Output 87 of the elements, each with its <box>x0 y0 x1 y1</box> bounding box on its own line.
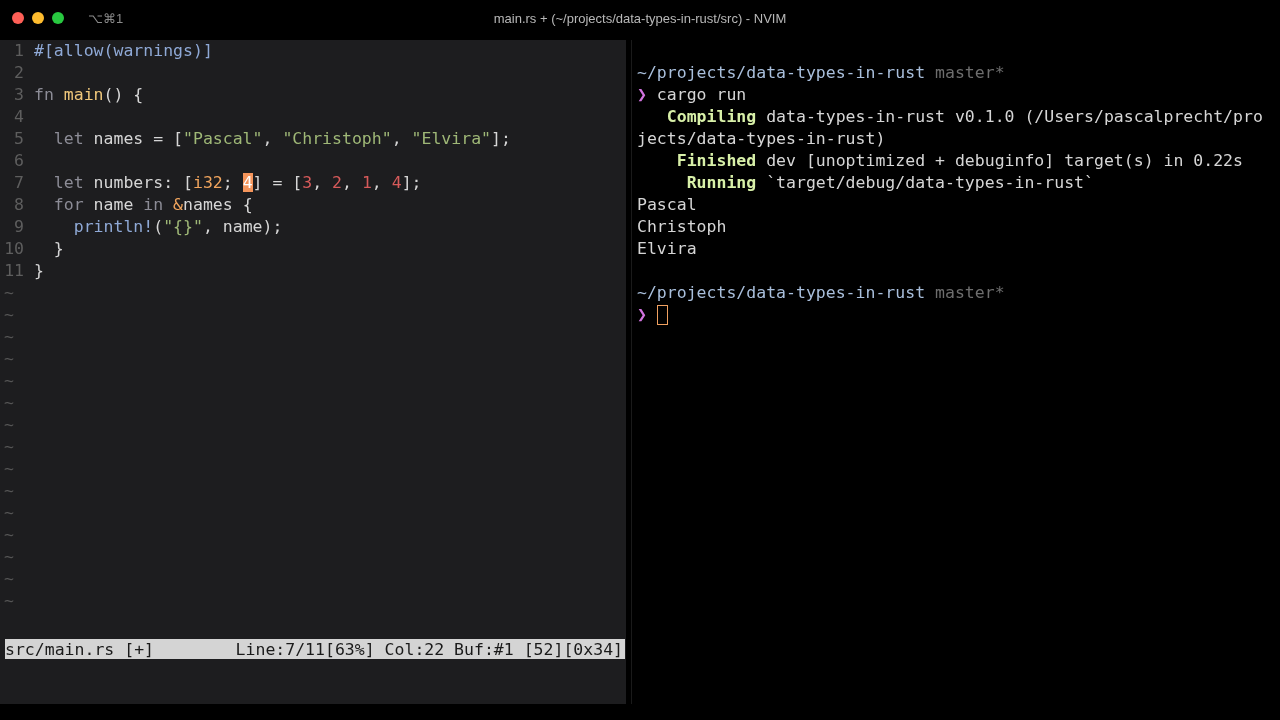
git-branch: master* <box>934 62 1005 84</box>
terminal-text: jects/data-types-in-rust) <box>637 128 886 150</box>
code-text: , <box>391 129 403 148</box>
directory-path: ~/projects/data-types-in-rust <box>637 282 926 304</box>
code-text: } <box>34 261 44 280</box>
terminal-text: Christoph <box>637 216 727 238</box>
empty-line-marker: ~ <box>3 304 14 326</box>
code-text: #[allow(warnings)] <box>34 41 213 60</box>
terminal-text: Elvira <box>637 238 697 260</box>
empty-line-marker: ~ <box>3 414 14 436</box>
code-text: ]; <box>401 173 422 192</box>
line-number: 4 <box>13 106 24 128</box>
code-text: ] = [ <box>252 173 303 192</box>
terminal-text: dev [unoptimized + debuginfo] target(s) in 0.22s <box>765 150 1243 172</box>
code-text: , name); <box>202 217 283 236</box>
code-text: ; <box>222 173 234 192</box>
code-text: , <box>312 173 324 192</box>
code-text: , <box>262 129 274 148</box>
empty-line-marker: ~ <box>3 502 14 524</box>
cursor-position: Line:7/11[63%] Col:22 Buf:#1 [52][0x34] <box>235 639 623 659</box>
string-literal: "Pascal" <box>183 129 263 148</box>
type-text: & <box>173 195 184 214</box>
empty-line-marker: ~ <box>3 524 14 546</box>
line-number: 2 <box>13 62 24 84</box>
string-literal: "Elvira" <box>411 129 491 148</box>
keyword-text: let <box>52 129 85 148</box>
minimize-button[interactable] <box>32 12 44 24</box>
prompt-symbol: ❯ <box>637 84 647 106</box>
empty-line-marker: ~ <box>3 546 14 568</box>
terminal-text: cargo run <box>655 84 747 106</box>
code-text: , <box>371 173 383 192</box>
keyword-text: fn <box>34 85 55 104</box>
code-text: names = [ <box>93 129 183 148</box>
cargo-status: Compiling <box>665 106 757 128</box>
empty-line-marker: ~ <box>3 370 14 392</box>
keyword-text: let <box>52 173 85 192</box>
file-name: src/main.rs [+] <box>5 639 154 659</box>
code-text: println! <box>72 217 154 236</box>
terminal-text: data-types-in-rust v0.1.0 (/Users/pascalprecht/pro <box>765 106 1263 128</box>
line-number: 6 <box>13 150 24 172</box>
empty-line-marker: ~ <box>3 590 14 612</box>
code-text: ( <box>153 217 164 236</box>
maximize-button[interactable] <box>52 12 64 24</box>
empty-line-marker: ~ <box>3 392 14 414</box>
code-text: } <box>52 239 64 258</box>
code-text: ]; <box>491 129 511 148</box>
empty-line-marker: ~ <box>3 436 14 458</box>
line-number: 8 <box>13 194 24 216</box>
cargo-status: Running <box>685 172 757 194</box>
window-title: main.rs + (~/projects/data-types-in-rust/src) - NVIM <box>493 10 787 26</box>
empty-line-marker: ~ <box>3 282 14 304</box>
empty-line-marker: ~ <box>3 458 14 480</box>
close-button[interactable] <box>12 12 24 24</box>
type-text: i32 <box>192 173 223 192</box>
terminal-text: `target/debug/data-types-in-rust` <box>765 172 1094 194</box>
line-number: 9 <box>13 216 24 238</box>
git-branch: master* <box>934 282 1005 304</box>
line-number: 5 <box>13 128 24 150</box>
prompt-symbol: ❯ <box>637 304 647 326</box>
keyword-text: for <box>52 195 85 214</box>
string-literal: "Christoph" <box>282 129 392 148</box>
code-text: name <box>93 195 135 214</box>
text-cursor: 4 <box>242 173 253 192</box>
line-number: 1 <box>13 40 24 62</box>
code-text: () { <box>103 85 144 104</box>
cargo-status: Finished <box>675 150 757 172</box>
line-number: 3 <box>13 84 24 106</box>
number-literal: 4 <box>391 173 402 192</box>
code-text: numbers: [ <box>93 173 193 192</box>
tab-shortcut: ⌥⌘1 <box>88 10 124 26</box>
empty-line-marker: ~ <box>3 480 14 502</box>
line-number: 7 <box>13 172 24 194</box>
empty-line-marker: ~ <box>3 326 14 348</box>
number-literal: 1 <box>361 173 372 192</box>
code-text: names { <box>183 195 253 214</box>
empty-line-marker: ~ <box>3 568 14 590</box>
terminal-text: Pascal <box>637 194 697 216</box>
function-name: main <box>63 85 104 104</box>
keyword-text: in <box>143 195 165 214</box>
directory-path: ~/projects/data-types-in-rust <box>637 62 926 84</box>
line-number: 10 <box>3 238 24 260</box>
code-text: , <box>342 173 353 192</box>
number-literal: 3 <box>302 173 313 192</box>
string-literal: "{}" <box>163 217 203 236</box>
number-literal: 2 <box>332 173 342 192</box>
empty-line-marker: ~ <box>3 348 14 370</box>
line-number: 11 <box>3 260 24 282</box>
